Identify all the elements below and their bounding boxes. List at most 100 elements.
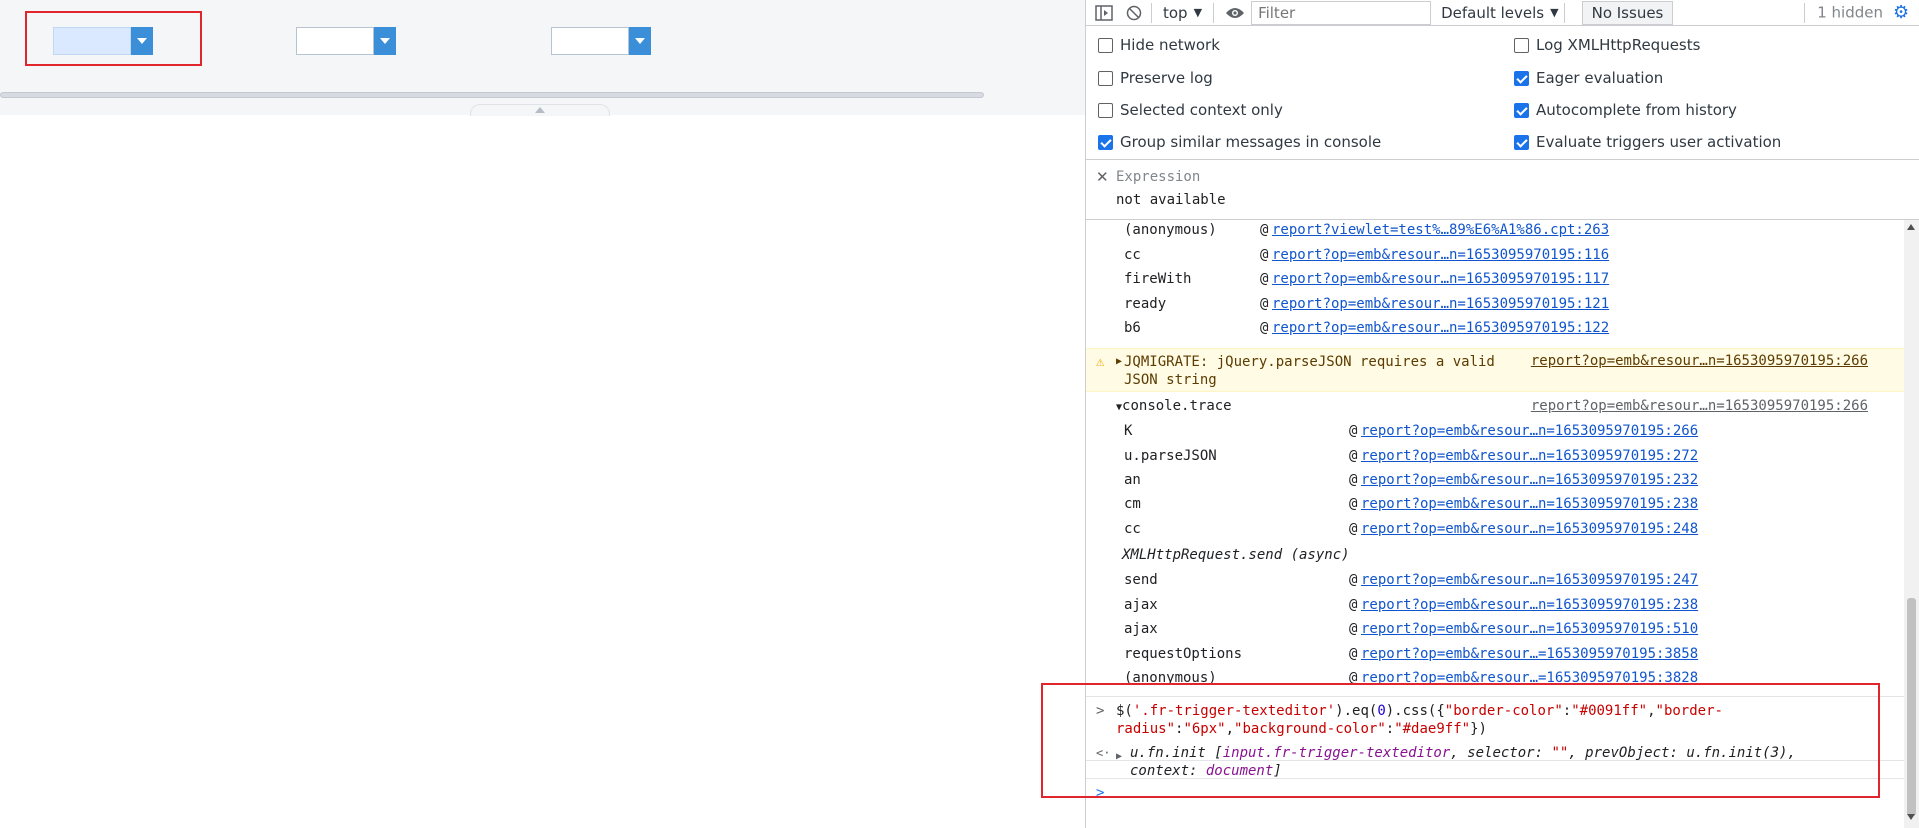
checkbox[interactable] [1514,37,1529,53]
warning-message: ⚠ ▶ JQMIGRATE: jQuery.parseJSON requires… [1086,348,1904,392]
group-similar-option[interactable]: Group similar messages in console [1098,133,1381,151]
at-sign: @ [1349,646,1358,662]
horizontal-scrollbar[interactable] [0,92,984,98]
function-name: K [1124,423,1133,439]
autocomplete-option[interactable]: Autocomplete from history [1514,101,1737,119]
texteditor-field-3[interactable] [551,27,629,55]
combo-2[interactable] [296,27,396,55]
at-sign: @ [1349,521,1358,537]
option-label: Evaluate triggers user activation [1536,133,1782,151]
filter-input[interactable]: Filter [1251,0,1432,25]
expression-value: not available [1116,192,1226,208]
checkbox[interactable] [1098,37,1113,53]
source-link[interactable]: report?op=emb&resour…n=1653095970195:122 [1272,320,1609,336]
scroll-up-icon[interactable] [1907,224,1915,230]
async-label: XMLHttpRequest.send (async) [1122,547,1350,563]
source-link[interactable]: report?op=emb&resour…=1653095970195:3858 [1361,646,1698,662]
log-levels-label: Default levels [1441,3,1545,22]
hidden-count-label: 1 hidden [1817,3,1883,21]
source-link[interactable]: report?op=emb&resour…n=1653095970195:117 [1272,271,1609,287]
report-parameter-bar [0,0,1085,115]
async-marker: XMLHttpRequest.send (async) [1086,545,1904,569]
log-xhr-option[interactable]: Log XMLHttpRequests [1514,36,1700,54]
at-sign: @ [1349,423,1358,439]
context-selector[interactable]: top ▼ [1157,4,1208,22]
source-link[interactable]: report?op=emb&resour…n=1653095970195:232 [1361,472,1698,488]
source-link[interactable]: report?op=emb&resour…n=1653095970195:121 [1272,296,1609,312]
at-sign: @ [1260,296,1269,312]
stack-frame: ajax @ report?op=emb&resour…n=1653095970… [1086,619,1904,643]
console-settings: Hide network Preserve log Selected conte… [1086,26,1919,160]
option-label: Autocomplete from history [1536,101,1737,119]
divider [1151,2,1152,23]
at-sign: @ [1349,472,1358,488]
chevron-down-icon: ▼ [1550,6,1559,19]
expand-triangle-icon[interactable]: ▶ [1116,356,1122,367]
source-link[interactable]: report?op=emb&resour…n=1653095970195:272 [1361,448,1698,464]
checkbox[interactable] [1514,102,1529,118]
divider [1563,2,1565,23]
log-levels-dropdown[interactable]: Default levels ▼ [1441,4,1559,22]
context-label: top [1163,3,1188,22]
source-link[interactable]: report?op=emb&resour…n=1653095970195:247 [1361,572,1698,588]
scroll-down-icon[interactable] [1907,814,1915,820]
at-sign: @ [1349,496,1358,512]
selected-context-option[interactable]: Selected context only [1098,101,1283,119]
stack-frame: cc @ report?op=emb&resour…n=165309597019… [1086,245,1904,269]
function-name: ajax [1124,621,1158,637]
option-label: Group similar messages in console [1120,133,1382,151]
annotation-highlight-box [25,11,202,66]
stack-frame: cc @ report?op=emb&resour…n=165309597019… [1086,519,1904,543]
trace-header[interactable]: ▼console.trace [1116,398,1232,414]
trace-title: console.trace [1122,398,1232,414]
function-name: u.parseJSON [1124,448,1217,464]
source-link[interactable]: report?op=emb&resour…n=1653095970195:238 [1361,496,1698,512]
stack-frame: u.parseJSON @ report?op=emb&resour…n=165… [1086,446,1904,470]
function-name: ready [1124,296,1167,312]
texteditor-field-2[interactable] [296,27,374,55]
stack-frame: K @ report?op=emb&resour…n=1653095970195… [1086,421,1904,445]
stack-frame: ready @ report?op=emb&resour…n=165309597… [1086,294,1904,318]
source-link[interactable]: report?op=emb&resour…n=1653095970195:116 [1272,247,1609,263]
checkbox[interactable] [1098,70,1113,86]
source-link[interactable]: report?op=emb&resour…n=1653095970195:248 [1361,521,1698,537]
preserve-log-option[interactable]: Preserve log [1098,69,1213,87]
option-label: Log XMLHttpRequests [1536,36,1701,54]
combo-3[interactable] [551,27,651,55]
expression-label[interactable]: Expression [1116,169,1200,185]
stack-frame: cm @ report?op=emb&resour…n=165309597019… [1086,494,1904,518]
eye-icon[interactable] [1223,1,1247,25]
checkbox[interactable] [1098,102,1113,118]
collapse-toggle[interactable] [470,104,610,116]
source-link[interactable]: report?op=emb&resour…n=1653095970195:266 [1531,398,1868,414]
at-sign: @ [1260,222,1269,238]
gear-icon[interactable]: ⚙ [1893,2,1915,23]
source-link[interactable]: report?op=emb&resour…n=1653095970195:266 [1361,423,1698,439]
hide-network-option[interactable]: Hide network [1098,36,1220,54]
vertical-scrollbar[interactable] [1904,220,1919,828]
dropdown-arrow-icon[interactable] [374,27,396,55]
checkbox[interactable] [1514,70,1529,86]
dropdown-arrow-icon[interactable] [629,27,651,55]
source-link[interactable]: report?op=emb&resour…n=1653095970195:238 [1361,597,1698,613]
evaluate-triggers-option[interactable]: Evaluate triggers user activation [1514,133,1781,151]
warning-text: JQMIGRATE: jQuery.parseJSON requires a v… [1124,354,1495,388]
source-link[interactable]: report?viewlet=test%…89%E6%A1%86.cpt:263 [1272,222,1609,238]
warning-icon: ⚠ [1096,354,1105,370]
sidebar-toggle-icon[interactable] [1092,1,1116,25]
close-icon[interactable]: ✕ [1096,168,1109,186]
at-sign: @ [1260,320,1269,336]
clear-console-icon[interactable] [1122,1,1146,25]
scroll-thumb[interactable] [1907,598,1916,816]
at-sign: @ [1349,448,1358,464]
checkbox[interactable] [1514,134,1529,150]
eager-eval-option[interactable]: Eager evaluation [1514,69,1663,87]
source-link[interactable]: report?op=emb&resour…n=1653095970195:510 [1361,621,1698,637]
checkbox[interactable] [1098,134,1113,150]
function-name: cc [1124,247,1141,263]
option-label: Selected context only [1120,101,1283,119]
issues-button[interactable]: No Issues [1581,0,1674,25]
function-name: requestOptions [1124,646,1243,662]
source-link[interactable]: report?op=emb&resour…n=1653095970195:266 [1531,353,1868,369]
at-sign: @ [1260,271,1269,287]
